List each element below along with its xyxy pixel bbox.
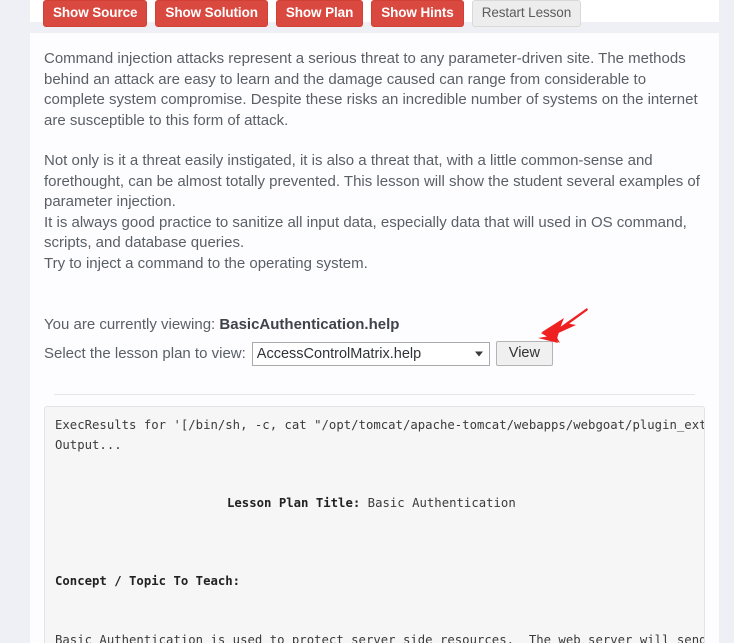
view-button[interactable]: View: [495, 341, 553, 366]
concept-heading: Concept / Topic To Teach:: [55, 574, 241, 588]
currently-viewing-prefix: You are currently viewing:: [44, 316, 216, 333]
lesson-description: Command injection attacks represent a se…: [44, 49, 705, 274]
show-plan-button[interactable]: Show Plan: [275, 0, 364, 27]
lesson-plan-title-value: Basic Authentication: [367, 496, 516, 510]
currently-viewing-filename: BasicAuthentication.help: [219, 316, 400, 333]
restart-lesson-button[interactable]: Restart Lesson: [471, 0, 582, 27]
lesson-toolbar: Show Source Show Solution Show Plan Show…: [30, 0, 719, 27]
lesson-plan-title-label: Lesson Plan Title:: [227, 496, 361, 510]
lesson-paragraph-3: It is always good practice to sanitize a…: [44, 213, 687, 252]
section-divider: [54, 394, 695, 395]
show-solution-button[interactable]: Show Solution: [155, 0, 268, 27]
show-hints-button[interactable]: Show Hints: [371, 0, 464, 27]
lesson-plan-select-wrapper: AccessControlMatrix.help: [251, 341, 490, 366]
lesson-plan-selector-block: You are currently viewing: BasicAuthenti…: [44, 314, 705, 366]
lesson-plan-select-row: Select the lesson plan to view: AccessCo…: [44, 341, 705, 366]
output-line-2: Output...: [55, 437, 122, 452]
lesson-plan-select-label: Select the lesson plan to view:: [44, 345, 246, 362]
show-source-button[interactable]: Show Source: [43, 0, 148, 27]
exec-results-output: ExecResults for '[/bin/sh, -c, cat "/opt…: [44, 406, 705, 643]
lesson-paragraph-1: Command injection attacks represent a se…: [44, 50, 698, 129]
lesson-content-panel: Command injection attacks represent a se…: [30, 33, 719, 643]
concept-body: Basic Authentication is used to protect …: [55, 632, 704, 643]
lesson-toolbar-buttons: Show Source Show Solution Show Plan Show…: [43, 0, 719, 27]
exec-results-text: ExecResults for '[/bin/sh, -c, cat "/opt…: [55, 416, 704, 643]
lesson-paragraph-4: Try to inject a command to the operating…: [44, 254, 368, 272]
lesson-plan-select[interactable]: AccessControlMatrix.help: [251, 341, 490, 366]
lesson-paragraph-2: Not only is it a threat easily instigate…: [44, 152, 700, 210]
currently-viewing-line: You are currently viewing: BasicAuthenti…: [44, 314, 705, 335]
output-line-1: ExecResults for '[/bin/sh, -c, cat "/opt…: [55, 418, 704, 432]
lesson-page: Show Source Show Solution Show Plan Show…: [0, 0, 734, 643]
